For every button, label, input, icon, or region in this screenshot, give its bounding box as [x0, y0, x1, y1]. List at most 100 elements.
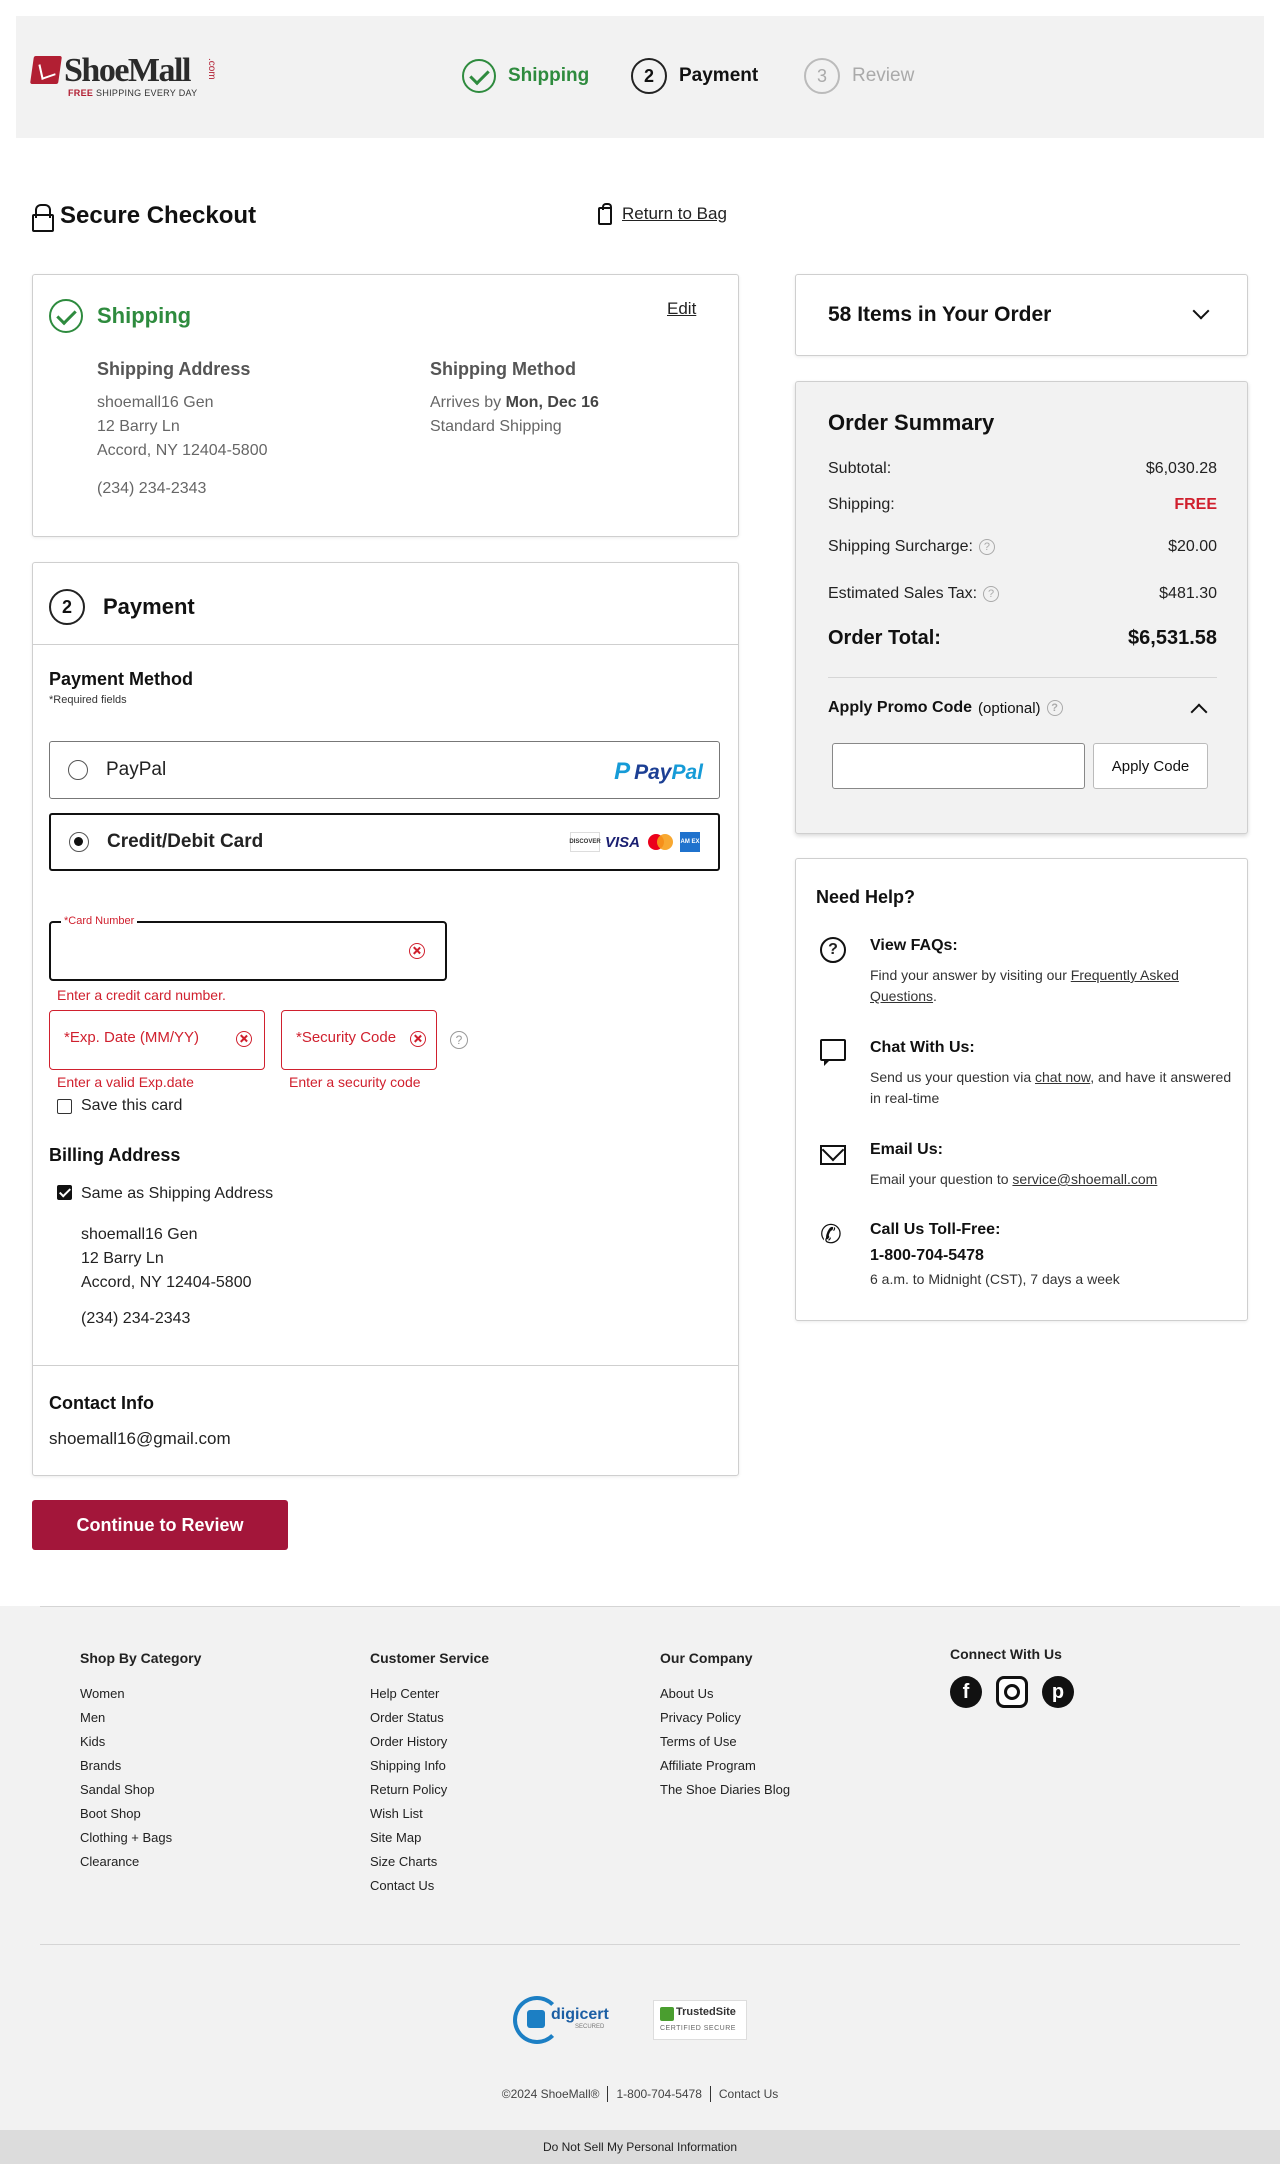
instagram-icon[interactable]	[996, 1676, 1028, 1708]
step-number: 2	[631, 58, 667, 94]
payment-option-card[interactable]: Credit/Debit Card DISCOVER VISA AM EX	[49, 813, 720, 871]
footer-link[interactable]: Affiliate Program	[660, 1754, 790, 1778]
footer-link[interactable]: Return Policy	[370, 1778, 489, 1802]
footer-link[interactable]: Order History	[370, 1730, 489, 1754]
phone-heading: Call Us Toll-Free:	[870, 1221, 1001, 1238]
chat-now-link[interactable]: chat now	[1035, 1069, 1090, 1085]
security-code-help-icon[interactable]: ?	[450, 1031, 468, 1049]
footer-link[interactable]: Brands	[80, 1754, 201, 1778]
payment-heading: 2 Payment	[49, 589, 195, 625]
footer-link[interactable]: Boot Shop	[80, 1802, 201, 1826]
need-help-title: Need Help?	[816, 887, 916, 907]
pinterest-icon[interactable]: p	[1042, 1676, 1074, 1708]
trustedsite-badge[interactable]: TrustedSite CERTIFIED SECURE	[653, 2000, 747, 2040]
paypal-logo: P PayPal	[614, 758, 703, 785]
trustedsite-check-icon	[660, 2007, 674, 2021]
phone-number[interactable]: 1-800-704-5478	[870, 1247, 984, 1265]
card-label: Credit/Debit Card	[107, 831, 264, 852]
security-code-field[interactable]: *Security Code	[281, 1010, 437, 1070]
required-fields-note: *Required fields	[49, 694, 127, 706]
contact-info-heading: Contact Info	[49, 1393, 154, 1413]
help-icon[interactable]: ?	[983, 586, 1000, 602]
footer-col-connect: Connect With Us f p	[950, 1646, 1074, 1708]
footer-heading: Shop By Category	[80, 1650, 202, 1666]
footer-link[interactable]: The Shoe Diaries Blog	[660, 1778, 790, 1802]
order-items-toggle[interactable]: 58 Items in Your Order	[795, 274, 1248, 356]
footer-contact-link[interactable]: Contact Us	[719, 2087, 778, 2101]
footer-heading: Our Company	[660, 1650, 753, 1666]
footer-link[interactable]: Wish List	[370, 1802, 489, 1826]
divider	[709, 2086, 711, 2102]
payment-option-paypal[interactable]: PayPal P PayPal	[49, 741, 720, 799]
footer-link[interactable]: Privacy Policy	[660, 1706, 790, 1730]
billing-address-heading: Billing Address	[49, 1145, 181, 1165]
footer-link[interactable]: Size Charts	[370, 1850, 489, 1874]
chevron-up-icon[interactable]	[1190, 703, 1208, 721]
email-link[interactable]: service@shoemall.com	[1012, 1171, 1157, 1187]
shoemall-logo-mark	[30, 56, 62, 84]
billing-address-line: shoemall16 Gen	[81, 1226, 198, 1243]
footer-link[interactable]: Men	[80, 1706, 201, 1730]
facebook-icon[interactable]: f	[950, 1676, 982, 1708]
shipping-phone: (234) 234-2343	[97, 480, 207, 497]
save-card-checkbox[interactable]	[57, 1099, 72, 1114]
footer-link[interactable]: Kids	[80, 1730, 201, 1754]
card-radio[interactable]	[69, 832, 89, 852]
shipping-address-line: Accord, NY 12404-5800	[97, 442, 268, 459]
return-to-bag-link[interactable]: Return to Bag	[598, 203, 727, 225]
page-title: Secure Checkout	[32, 202, 256, 232]
footer-link[interactable]: Site Map	[370, 1826, 489, 1850]
footer-link[interactable]: Clearance	[80, 1850, 201, 1874]
card-number-field[interactable]: *Card Number	[49, 915, 447, 981]
digicert-badge[interactable]: digicert SECURED	[513, 1996, 625, 2044]
check-circle-icon	[462, 59, 496, 93]
subtotal-value: $6,030.28	[1145, 460, 1217, 477]
apply-code-button[interactable]: Apply Code	[1093, 743, 1208, 789]
step-shipping[interactable]: Shipping	[462, 56, 589, 96]
step-label: Review	[852, 65, 915, 86]
do-not-sell-link[interactable]: Do Not Sell My Personal Information	[0, 2130, 1280, 2164]
footer-link[interactable]: Women	[80, 1682, 201, 1706]
surcharge-value: $20.00	[1168, 538, 1217, 555]
footer-link[interactable]: Help Center	[370, 1682, 489, 1706]
promo-code-input[interactable]	[832, 743, 1085, 789]
chevron-down-icon	[1192, 302, 1210, 320]
billing-address-line: Accord, NY 12404-5800	[81, 1274, 252, 1291]
help-icon[interactable]: ?	[1046, 700, 1063, 716]
same-as-shipping-checkbox[interactable]	[57, 1185, 72, 1200]
footer-link[interactable]: Clothing + Bags	[80, 1826, 201, 1850]
error-x-icon	[409, 943, 425, 959]
continue-to-review-button[interactable]: Continue to Review	[32, 1500, 288, 1550]
amex-icon: AM EX	[680, 832, 700, 852]
footer-legal: ©2024 ShoeMall® 1-800-704-5478 Contact U…	[0, 2086, 1280, 2102]
shipping-summary-panel: Shipping Edit Shipping Address shoemall1…	[32, 274, 739, 537]
exp-date-field[interactable]: *Exp. Date (MM/YY)	[49, 1010, 265, 1070]
footer-link[interactable]: About Us	[660, 1682, 790, 1706]
shipping-method: Standard Shipping	[430, 418, 562, 435]
footer-link[interactable]: Contact Us	[370, 1874, 489, 1898]
help-icon[interactable]: ?	[978, 539, 995, 555]
footer-link[interactable]: Terms of Use	[660, 1730, 790, 1754]
footer-link[interactable]: Order Status	[370, 1706, 489, 1730]
paypal-radio[interactable]	[68, 760, 88, 780]
footer-phone[interactable]: 1-800-704-5478	[616, 2087, 701, 2101]
social-links: f p	[950, 1676, 1074, 1708]
card-number-error: Enter a credit card number.	[57, 987, 226, 1003]
visa-icon: VISA	[604, 833, 640, 851]
promo-code-toggle[interactable]: Apply Promo Code (optional) ?	[828, 699, 1063, 717]
shoemall-logo[interactable]: ShoeMall .com FREE SHIPPING EVERY DAY	[30, 52, 222, 100]
footer-col-service: Customer Service Help Center Order Statu…	[370, 1650, 489, 1898]
edit-shipping-link[interactable]: Edit	[667, 299, 696, 319]
footer-link[interactable]: Sandal Shop	[80, 1778, 201, 1802]
footer-col-shop: Shop By Category Women Men Kids Brands S…	[80, 1650, 201, 1874]
paypal-label: PayPal	[106, 759, 167, 780]
return-to-bag-label[interactable]: Return to Bag	[622, 204, 727, 224]
question-circle-icon: ?	[820, 937, 846, 963]
mastercard-icon	[645, 832, 675, 852]
error-x-icon	[410, 1031, 426, 1047]
surcharge-row: Shipping Surcharge:? $20.00	[828, 538, 1217, 555]
chat-heading: Chat With Us:	[870, 1039, 975, 1056]
order-total-value: $6,531.58	[1128, 627, 1217, 649]
footer-link[interactable]: Shipping Info	[370, 1754, 489, 1778]
faq-text: Find your answer by visiting our Frequen…	[870, 967, 1179, 1004]
